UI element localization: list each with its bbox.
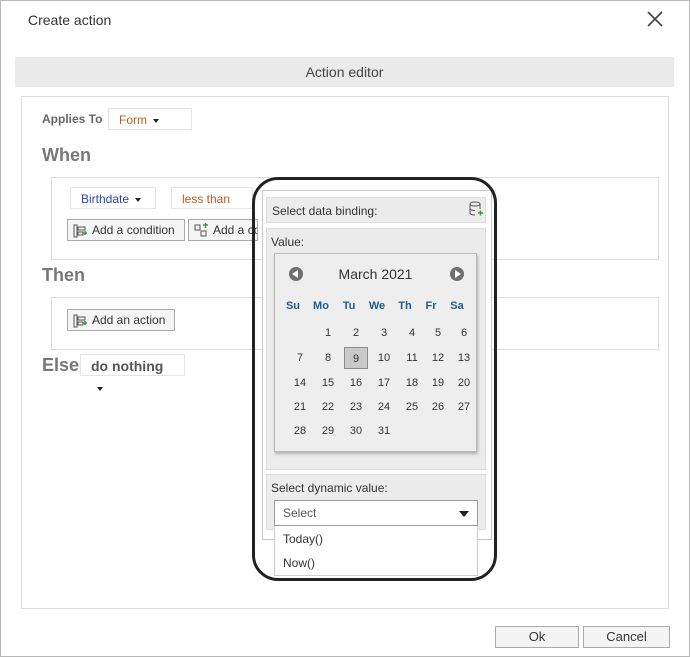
- condition-operator-dropdown[interactable]: less than: [171, 187, 253, 224]
- add-condition-group-button[interactable]: Add a co: [188, 219, 258, 241]
- option-now[interactable]: Now(): [283, 556, 315, 570]
- condition-field-value: Birthdate: [81, 192, 130, 206]
- calendar-day[interactable]: 8: [316, 347, 340, 369]
- calendar-day[interactable]: 11: [400, 347, 424, 369]
- applies-to-dropdown[interactable]: Form: [108, 108, 192, 130]
- close-icon[interactable]: [644, 8, 666, 30]
- weekday-header: Th: [398, 300, 412, 312]
- applies-to-label: Applies To: [42, 112, 103, 126]
- condition-operator-value: less than: [182, 192, 231, 206]
- calendar-day[interactable]: 20: [452, 372, 476, 394]
- calendar-day[interactable]: 30: [344, 420, 368, 442]
- else-value: do nothing: [91, 358, 164, 374]
- dynamic-value-placeholder: Select: [283, 506, 317, 520]
- calendar-day[interactable]: 29: [316, 420, 340, 442]
- chevron-down-icon: [459, 511, 469, 517]
- next-month-icon[interactable]: [450, 267, 464, 281]
- calendar-day[interactable]: 26: [426, 396, 450, 418]
- add-action-label: Add an action: [92, 313, 166, 327]
- calendar-day[interactable]: 7: [288, 347, 312, 369]
- calendar-day[interactable]: 6: [452, 322, 476, 344]
- calendar-day[interactable]: 22: [316, 396, 340, 418]
- add-condition-icon: [72, 223, 88, 239]
- add-condition-label: Add a condition: [92, 223, 175, 237]
- database-add-icon[interactable]: [468, 201, 484, 217]
- weekday-header: We: [368, 300, 386, 312]
- condition-field-dropdown[interactable]: Birthdate: [70, 187, 156, 209]
- when-heading: When: [42, 145, 91, 165]
- dynamic-value-select[interactable]: Select: [274, 500, 478, 526]
- add-condition-group-label: Add a co: [213, 223, 258, 237]
- calendar-day[interactable]: 17: [372, 372, 396, 394]
- calendar-day[interactable]: 2: [344, 322, 368, 344]
- calendar-day[interactable]: 21: [288, 396, 312, 418]
- value-label: Value:: [271, 235, 305, 249]
- calendar-day[interactable]: 31: [372, 420, 396, 442]
- calendar-day[interactable]: 14: [288, 372, 312, 394]
- dialog-title: Create action: [28, 12, 112, 28]
- add-action-icon: [72, 313, 88, 329]
- weekday-header: Tu: [342, 300, 356, 312]
- date-picker-calendar: March 2021 Su Mo Tu We Th Fr Sa 1 2 3 4 5 6 7 8 9 10 11 12…: [274, 253, 477, 452]
- calendar-day[interactable]: 1: [316, 322, 340, 344]
- add-condition-button[interactable]: Add a condition: [67, 219, 185, 241]
- calendar-day[interactable]: 25: [400, 396, 424, 418]
- calendar-day[interactable]: 15: [316, 372, 340, 394]
- calendar-day[interactable]: 5: [426, 322, 450, 344]
- calendar-day[interactable]: 27: [452, 396, 476, 418]
- ok-button[interactable]: Ok: [495, 626, 579, 648]
- dynamic-value-label: Select dynamic value:: [271, 481, 388, 495]
- binding-header: Select data binding:: [266, 197, 486, 223]
- calendar-day-selected[interactable]: 9: [344, 347, 368, 369]
- weekday-header: Fr: [425, 300, 437, 312]
- weekday-header: Sa: [450, 300, 464, 312]
- add-action-button[interactable]: Add an action: [67, 309, 175, 331]
- calendar-day[interactable]: 19: [426, 372, 450, 394]
- weekday-header: Su: [285, 300, 301, 312]
- calendar-day[interactable]: 28: [288, 420, 312, 442]
- caret-down-icon: [97, 387, 103, 392]
- then-heading: Then: [42, 265, 85, 285]
- calendar-day[interactable]: 10: [372, 347, 396, 369]
- editor-header: Action editor: [15, 57, 674, 87]
- calendar-day[interactable]: 24: [372, 396, 396, 418]
- caret-down-icon: [135, 197, 142, 202]
- add-group-icon: [193, 222, 209, 239]
- calendar-day[interactable]: 3: [372, 322, 396, 344]
- else-dropdown[interactable]: do nothing: [80, 354, 185, 392]
- dynamic-value-options: Today() Now(): [274, 526, 478, 576]
- calendar-day[interactable]: 13: [452, 347, 476, 369]
- calendar-day[interactable]: 16: [344, 372, 368, 394]
- calendar-day[interactable]: 18: [400, 372, 424, 394]
- calendar-day[interactable]: 4: [400, 322, 424, 344]
- caret-down-icon: [153, 118, 159, 123]
- calendar-day[interactable]: 12: [426, 347, 450, 369]
- calendar-month-title: March 2021: [338, 266, 413, 282]
- else-heading: Else: [42, 355, 80, 375]
- cancel-button[interactable]: Cancel: [583, 626, 670, 648]
- applies-to-value: Form: [119, 113, 147, 127]
- binding-title: Select data binding:: [272, 204, 378, 218]
- option-today[interactable]: Today(): [283, 532, 323, 546]
- calendar-day[interactable]: 23: [344, 396, 368, 418]
- weekday-header: Mo: [313, 300, 329, 312]
